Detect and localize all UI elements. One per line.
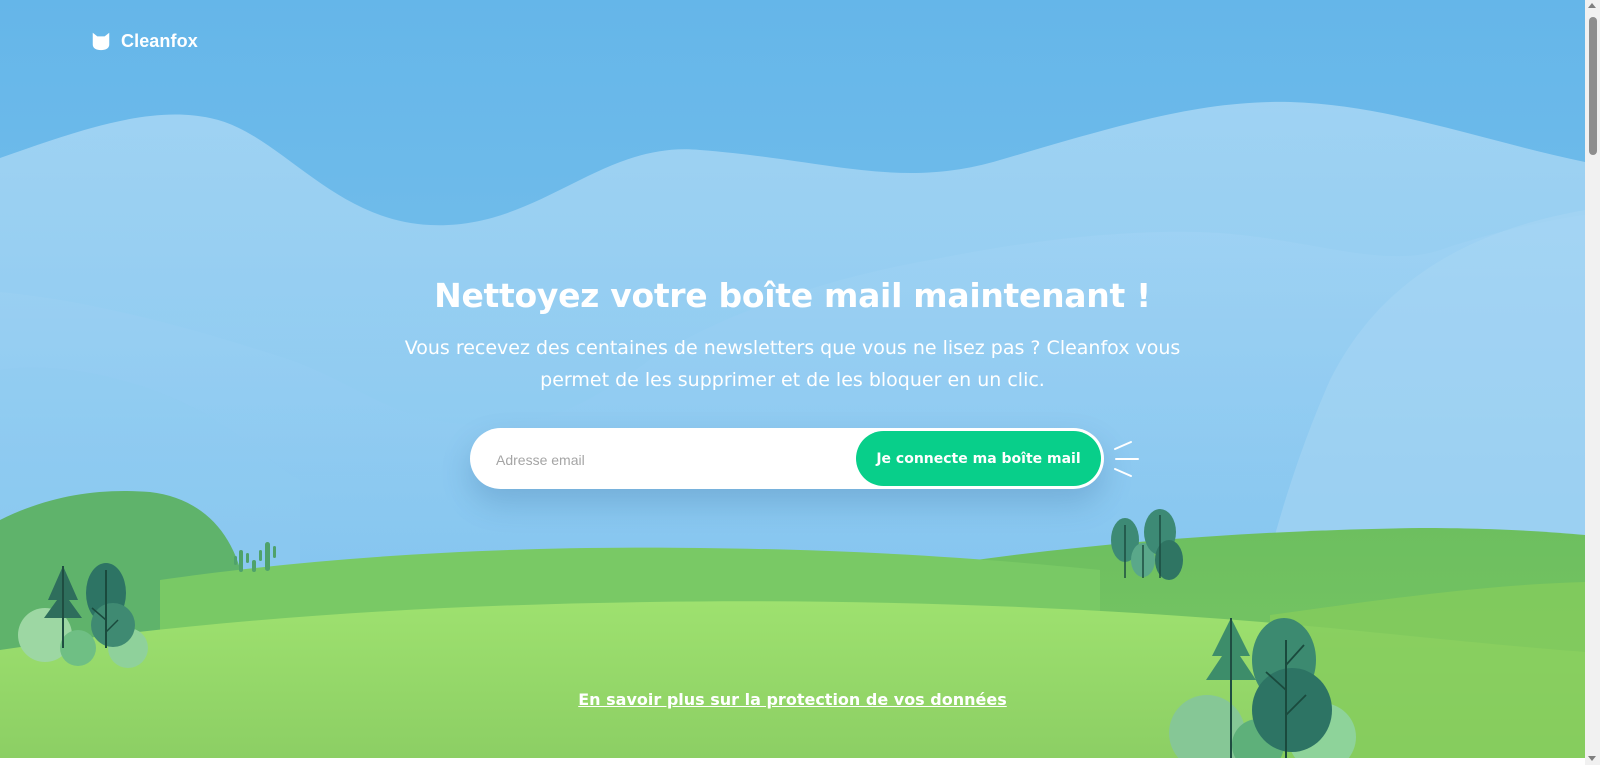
brand-name: Cleanfox [121,30,198,51]
email-field[interactable] [494,438,858,481]
signup-form: Je connecte ma boîte mail [470,428,1104,489]
vertical-scrollbar[interactable] [1585,0,1600,765]
brand-logo[interactable]: Cleanfox [90,30,198,52]
landing-page: Cleanfox Nettoyez votre boîte mail maint… [0,0,1585,758]
hero-title: Nettoyez votre boîte mail maintenant ! [434,276,1151,315]
scroll-thumb[interactable] [1589,17,1597,155]
hero-subtitle: Vous recevez des centaines de newsletter… [404,337,1181,391]
fox-head-icon [92,32,110,51]
sparkle-lines-icon [1114,441,1139,477]
hero-section: Nettoyez votre boîte mail maintenant ! V… [0,272,1585,396]
scroll-up-arrow-icon[interactable] [1588,3,1596,8]
connect-mailbox-button[interactable]: Je connecte ma boîte mail [856,431,1101,486]
privacy-link[interactable]: En savoir plus sur la protection de vos … [578,690,1006,709]
scroll-down-arrow-icon[interactable] [1588,756,1596,761]
privacy-link-container: En savoir plus sur la protection de vos … [0,690,1585,710]
